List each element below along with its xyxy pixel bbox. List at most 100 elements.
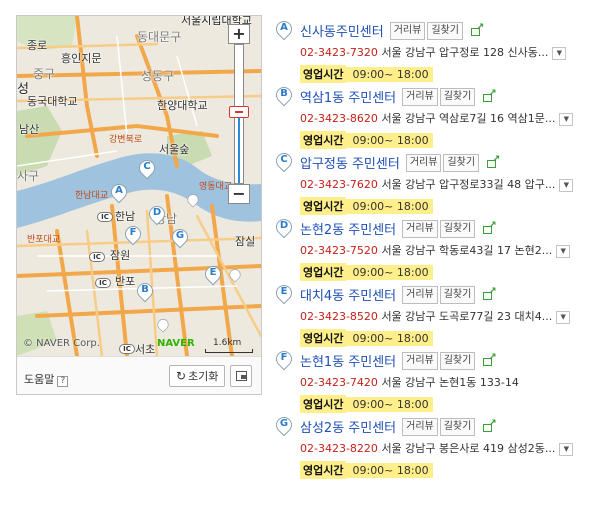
map-label: 남산 <box>19 123 40 136</box>
place-name-link[interactable]: 대치4동 주민센터 <box>300 289 396 304</box>
map-copyright: © NAVER Corp. <box>23 338 100 349</box>
hours-value: 09:00~ 18:00 <box>346 397 433 412</box>
map-label: 한남대교 <box>75 191 109 201</box>
map-label: 한양대학교 <box>157 99 208 112</box>
map-marker-e[interactable]: E <box>201 262 225 286</box>
map-label: 성동구 <box>141 69 175 83</box>
expand-address-button[interactable]: ▼ <box>552 46 567 60</box>
share-icon[interactable]: ↗ <box>470 22 484 36</box>
map-label: 반포 <box>115 275 136 288</box>
share-icon[interactable]: ↗ <box>487 154 500 168</box>
directions-button[interactable]: 길찾기 <box>439 417 476 436</box>
place-name-link[interactable]: 논현1동 주민센터 <box>300 355 396 370</box>
map-label: 동대문구 <box>137 30 182 44</box>
result-item: F 논현1동 주민센터 거리뷰 길찾기 ↗ 02-3423-7420 서울 강남구 논… <box>272 345 605 413</box>
directions-button[interactable]: 길찾기 <box>439 351 476 370</box>
map-marker-d[interactable]: D <box>145 202 169 226</box>
address: 서울 강남구 논현1동 133-14 <box>381 376 519 389</box>
naver-logo[interactable]: NAVER <box>157 338 195 349</box>
street-view-button[interactable]: 거리뷰 <box>402 285 438 304</box>
street-view-button[interactable]: 거리뷰 <box>405 153 442 172</box>
address: 서울 강남구 압구정로33길 48 압구... <box>381 178 556 191</box>
place-name-link[interactable]: 신사동주민센터 <box>300 25 384 40</box>
directions-button[interactable]: 길찾기 <box>443 153 480 172</box>
marker-pin-icon[interactable]: G <box>272 413 296 437</box>
address: 서울 강남구 학동로43길 17 논현2... <box>381 244 553 257</box>
expand-address-button[interactable]: ▼ <box>556 310 571 324</box>
map-label: 중구 <box>33 67 56 81</box>
expand-address-button[interactable]: ▼ <box>559 112 574 126</box>
map-label: 한남 <box>115 210 136 223</box>
place-name-link[interactable]: 논현2동 주민센터 <box>300 223 396 238</box>
zoom-out-button[interactable]: − <box>228 184 250 204</box>
hours-label: 영업시간 <box>300 461 347 479</box>
zoom-slider-handle[interactable] <box>229 106 249 118</box>
help-link[interactable]: 도움말? <box>24 371 69 387</box>
zoom-control: + − <box>228 24 250 206</box>
directions-button[interactable]: 길찾기 <box>427 21 463 40</box>
interchange-badge: IC <box>89 252 105 262</box>
map-marker-f[interactable]: F <box>121 222 145 246</box>
map-marker-c[interactable]: C <box>135 156 159 180</box>
expand-address-button[interactable]: ▼ <box>556 244 571 258</box>
map-canvas[interactable]: 서울시립대학교 종로 동대문구 흥인지문 중구 성동구 성 동국대학교 한양대학… <box>17 16 261 356</box>
street-view-button[interactable]: 거리뷰 <box>402 351 438 370</box>
address: 서울 강남구 압구정로 128 신사동... <box>381 46 549 59</box>
marker-pin-icon[interactable]: B <box>272 83 296 107</box>
place-name-link[interactable]: 역삼1동 주민센터 <box>300 91 396 106</box>
phone-number: 02-3423-7320 <box>300 46 378 59</box>
map-label: 서초 <box>135 343 156 356</box>
marker-pin-icon[interactable]: A <box>272 17 296 41</box>
street-view-button[interactable]: 거리뷰 <box>402 417 438 436</box>
share-icon[interactable]: ↗ <box>483 88 497 102</box>
expand-address-button[interactable]: ▼ <box>559 178 574 192</box>
reset-map-button[interactable]: ↻ 초기화 <box>169 365 225 387</box>
map-label: 잠원 <box>110 249 131 262</box>
refresh-icon: ↻ <box>176 369 187 383</box>
expand-address-button[interactable]: ▼ <box>559 442 574 456</box>
zoom-in-button[interactable]: + <box>228 24 250 44</box>
marker-pin-icon[interactable]: E <box>272 281 296 305</box>
place-name-link[interactable]: 삼성2동 주민센터 <box>300 421 396 436</box>
share-icon[interactable]: ↗ <box>483 352 497 366</box>
map-marker-extra[interactable] <box>155 316 171 333</box>
address: 서울 강남구 봉은사로 419 삼성2동... <box>381 442 556 455</box>
result-item: G 삼성2동 주민센터 거리뷰 길찾기 ↗ 02-3423-8220 서울 강남구 봉… <box>272 411 605 479</box>
help-question-icon[interactable]: ? <box>57 376 69 387</box>
map-marker-extra[interactable] <box>185 191 201 208</box>
map-scale-bar <box>205 349 253 353</box>
map-label: 서울숲 <box>159 143 190 156</box>
street-view-button[interactable]: 거리뷰 <box>402 219 438 238</box>
marker-pin-icon[interactable]: C <box>272 149 296 173</box>
map-label: 흥인지문 <box>61 52 102 65</box>
share-icon[interactable]: ↗ <box>483 220 497 234</box>
phone-number: 02-3423-7520 <box>300 244 378 257</box>
address: 서울 강남구 역삼로7길 16 역삼1문... <box>381 112 556 125</box>
map-view-toggle-button[interactable] <box>230 365 252 387</box>
marker-pin-icon[interactable]: F <box>272 347 296 371</box>
map-footer: 도움말? ↻ 초기화 <box>17 356 261 394</box>
map-label: 사구 <box>17 169 40 183</box>
result-item: C 압구정동 주민센터 거리뷰 길찾기 ↗ 02-3423-7620 서울 강남구 압… <box>272 147 605 215</box>
street-view-button[interactable]: 거리뷰 <box>389 21 426 40</box>
map-marker-b[interactable]: B <box>133 279 157 303</box>
share-icon[interactable]: ↗ <box>483 286 497 300</box>
result-item: D 논현2동 주민센터 거리뷰 길찾기 ↗ 02-3423-7520 서울 강남구 학… <box>272 213 605 281</box>
marker-pin-icon[interactable]: D <box>272 215 296 239</box>
directions-button[interactable]: 길찾기 <box>439 219 476 238</box>
place-name-link[interactable]: 압구정동 주민센터 <box>300 157 400 172</box>
window-icon <box>236 371 247 381</box>
map-marker-g[interactable]: G <box>168 225 192 249</box>
result-item: A 신사동주민센터 거리뷰 길찾기 ↗ 02-3423-7320 서울 강남구 압구정… <box>272 15 605 83</box>
phone-number: 02-3423-7620 <box>300 178 378 191</box>
street-view-button[interactable]: 거리뷰 <box>402 87 438 106</box>
map-label: 잠실 <box>235 235 256 248</box>
map-marker-extra[interactable] <box>227 266 243 283</box>
share-icon[interactable]: ↗ <box>483 418 497 432</box>
map-marker-a[interactable]: A <box>107 180 131 204</box>
directions-button[interactable]: 길찾기 <box>439 285 476 304</box>
hours-value: 09:00~ 18:00 <box>346 199 433 214</box>
directions-button[interactable]: 길찾기 <box>439 87 476 106</box>
result-item: E 대치4동 주민센터 거리뷰 길찾기 ↗ 02-3423-8520 서울 강남구 도… <box>272 279 605 347</box>
hours-value: 09:00~ 18:00 <box>346 67 433 82</box>
